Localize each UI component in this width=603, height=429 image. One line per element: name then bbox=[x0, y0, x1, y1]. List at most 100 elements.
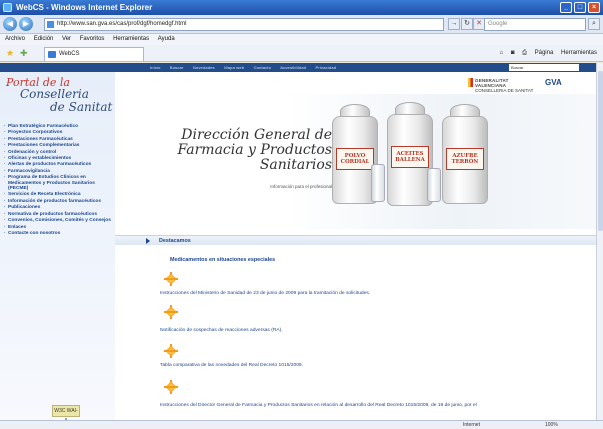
page-content: Inicio Buscar Novedades Mapa web Contact… bbox=[0, 63, 603, 424]
star-bullet-icon bbox=[164, 272, 178, 286]
tab-icon bbox=[48, 51, 56, 58]
search-placeholder: Google bbox=[488, 21, 508, 27]
accessibility-badge[interactable]: W3C WAI-A bbox=[52, 405, 80, 424]
print-icon[interactable]: ⎙ bbox=[522, 50, 527, 56]
sidebar-item[interactable]: Oficinas y establecimientos bbox=[4, 156, 114, 162]
glass-bottle bbox=[427, 168, 441, 202]
sidebar-item[interactable]: Programa de Estudios Clínicos en Medicam… bbox=[4, 175, 114, 191]
arrow-right-icon bbox=[146, 238, 150, 244]
jar-label: POLVO CORDIAL bbox=[336, 148, 374, 170]
refresh-button[interactable]: ↻ bbox=[461, 18, 473, 30]
news-link[interactable]: Instrucciones del Ministerio de Sanidad … bbox=[160, 291, 370, 297]
go-button[interactable]: → bbox=[448, 18, 460, 30]
news-link[interactable]: Instrucciones del Director General de Fa… bbox=[160, 403, 477, 409]
sidebar-item[interactable]: Enlaces bbox=[4, 225, 114, 231]
sidebar-item[interactable]: Servicios de Receta Electrónica bbox=[4, 192, 114, 198]
menu-ayuda[interactable]: Ayuda bbox=[158, 36, 175, 42]
news-link[interactable]: Notificación de sospechas de reacciones … bbox=[160, 328, 283, 334]
star-bullet-icon bbox=[164, 305, 178, 319]
page-subtitle: Información para el profesional bbox=[270, 184, 332, 189]
menu-herramientas[interactable]: Herramientas bbox=[113, 36, 149, 42]
sidebar-item[interactable]: Contacte con nosotros bbox=[4, 231, 114, 237]
site-nav-item[interactable]: Novedades bbox=[193, 65, 215, 70]
section-header: Destacamos bbox=[115, 235, 603, 245]
news-link[interactable]: Tabla comparativa de las novedades del R… bbox=[160, 363, 303, 369]
sidebar-item[interactable]: Proyectos Corporativos bbox=[4, 130, 114, 136]
command-bar: ⌂ ◙ ⎙ Página Herramientas bbox=[494, 48, 597, 59]
main-area: GENERALITAT VALENCIANA CONSELLERIA DE SA… bbox=[115, 72, 603, 420]
favorites-bar: ★ ✚ WebCS ⌂ ◙ ⎙ Página Herramientas bbox=[0, 45, 603, 62]
sidebar-item[interactable]: Alertas de productos Farmacéuticos bbox=[4, 162, 114, 168]
menu-archivo[interactable]: Archivo bbox=[5, 36, 25, 42]
site-search-input[interactable]: Buscar bbox=[509, 64, 579, 71]
sidebar-item[interactable]: Farmacovigilancia bbox=[4, 169, 114, 175]
close-button[interactable]: × bbox=[588, 2, 600, 13]
generalitat-logo[interactable]: GENERALITAT VALENCIANA CONSELLERIA DE SA… bbox=[475, 78, 535, 93]
site-nav-item[interactable]: Contacto bbox=[254, 65, 272, 70]
status-bar: Internet 100% bbox=[0, 420, 603, 429]
gv-flag-icon bbox=[468, 78, 473, 87]
zone-indicator: Internet bbox=[463, 422, 480, 428]
page-title: Dirección General de Farmacia y Producto… bbox=[177, 127, 333, 173]
sidebar-item[interactable]: Prestaciones Complementarias bbox=[4, 143, 114, 149]
url-field[interactable]: http://www.san.gva.es/cas/prof/dgf/homed… bbox=[44, 18, 444, 31]
browser-window: WebCS - Windows Internet Explorer _ □ × … bbox=[0, 0, 603, 429]
ie-icon bbox=[3, 3, 12, 12]
forward-button[interactable]: ▶ bbox=[19, 17, 33, 31]
maximize-button[interactable]: □ bbox=[574, 2, 586, 13]
menu-favoritos[interactable]: Favoritos bbox=[80, 36, 105, 42]
site-nav: Inicio Buscar Novedades Mapa web Contact… bbox=[150, 63, 344, 72]
page-icon bbox=[47, 21, 54, 28]
add-favorite-icon[interactable]: ✚ bbox=[20, 48, 28, 59]
zoom-level[interactable]: 100% bbox=[545, 421, 558, 429]
menu-ver[interactable]: Ver bbox=[62, 36, 71, 42]
jar-label: AZUFRE TERRÓN bbox=[446, 148, 484, 170]
site-top-strip: Inicio Buscar Novedades Mapa web Contact… bbox=[0, 63, 603, 72]
vertical-scrollbar[interactable] bbox=[596, 63, 603, 420]
site-nav-item[interactable]: Inicio bbox=[150, 65, 161, 70]
site-nav-item[interactable]: Privacidad bbox=[316, 65, 337, 70]
section-title: Destacamos bbox=[159, 238, 191, 244]
section-subtitle[interactable]: Medicamentos en situaciones especiales bbox=[170, 257, 275, 263]
jar-label: ACEITES BALLENA bbox=[391, 146, 429, 168]
menu-edicion[interactable]: Edición bbox=[34, 36, 54, 42]
url-text: http://www.san.gva.es/cas/prof/dgf/homed… bbox=[57, 21, 187, 27]
favorites-star-icon[interactable]: ★ bbox=[6, 48, 14, 59]
star-bullet-icon bbox=[164, 380, 178, 394]
window-title: WebCS - Windows Internet Explorer bbox=[16, 3, 153, 12]
hero-banner: Dirección General de Farmacia y Producto… bbox=[115, 94, 603, 229]
ministry-logo[interactable]: GVA bbox=[545, 78, 562, 87]
back-button[interactable]: ◀ bbox=[3, 17, 17, 31]
title-bar: WebCS - Windows Internet Explorer _ □ × bbox=[0, 0, 603, 15]
sidebar-item[interactable]: Publicaciones bbox=[4, 205, 114, 211]
sidebar-item[interactable]: Convenios, Comisiones, Comités y Consejo… bbox=[4, 218, 114, 224]
sidebar-item[interactable]: Ordenación y control bbox=[4, 150, 114, 156]
glass-bottle bbox=[371, 164, 385, 202]
tab-label: WebCS bbox=[59, 51, 80, 57]
minimize-button[interactable]: _ bbox=[560, 2, 572, 13]
tab-webcs[interactable]: WebCS bbox=[44, 47, 144, 61]
sidebar-item[interactable]: Normativa de productos farmacéuticos bbox=[4, 212, 114, 218]
home-icon[interactable]: ⌂ bbox=[500, 50, 504, 56]
sidebar: Portal de la Conselleria de Sanitat Plan… bbox=[0, 72, 115, 424]
search-icon[interactable]: ⌕ bbox=[588, 18, 600, 30]
sidebar-menu: Plan Estratégico FarmacéuticoProyectos C… bbox=[4, 124, 114, 237]
star-bullet-icon bbox=[164, 344, 178, 358]
tools-menu[interactable]: Herramientas bbox=[561, 50, 597, 56]
address-bar: ◀ ▶ http://www.san.gva.es/cas/prof/dgf/h… bbox=[0, 15, 603, 34]
portal-logo-line2: Conselleria bbox=[20, 87, 89, 101]
gv-logo-sub: CONSELLERIA DE SANITAT bbox=[475, 88, 534, 93]
site-nav-item[interactable]: Accesibilidad bbox=[280, 65, 306, 70]
search-input[interactable]: Google bbox=[484, 18, 586, 31]
site-nav-item[interactable]: Mapa web bbox=[224, 65, 244, 70]
page-menu[interactable]: Página bbox=[535, 50, 554, 56]
sidebar-item[interactable]: Información de productos farmacéuticos bbox=[4, 199, 114, 205]
scroll-thumb[interactable] bbox=[598, 71, 603, 231]
menu-bar: Archivo Edición Ver Favoritos Herramient… bbox=[0, 34, 603, 45]
sidebar-item[interactable]: Plan Estratégico Farmacéutico bbox=[4, 124, 114, 130]
feeds-icon[interactable]: ◙ bbox=[511, 50, 515, 56]
site-nav-item[interactable]: Buscar bbox=[170, 65, 184, 70]
portal-logo-line3: de Sanitat bbox=[50, 100, 113, 114]
gv-logo-title: GENERALITAT VALENCIANA bbox=[475, 78, 509, 88]
sidebar-item[interactable]: Prestaciones Farmacéuticas bbox=[4, 137, 114, 143]
